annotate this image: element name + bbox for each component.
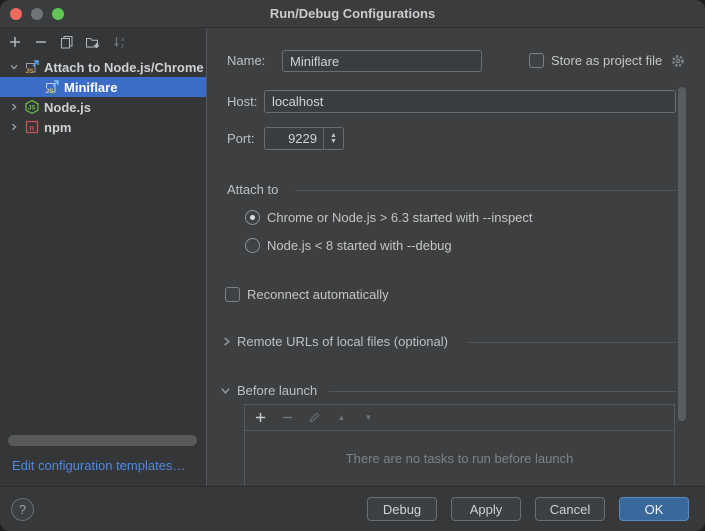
content-vertical-scrollbar[interactable] — [678, 87, 686, 421]
port-stepper[interactable]: ▲▼ — [323, 128, 343, 149]
dialog-footer: ? Debug Apply Cancel OK — [0, 486, 705, 531]
radio-chrome-inspect-label: Chrome or Node.js > 6.3 started with --i… — [267, 210, 533, 226]
sidebar-toolbar: az — [0, 28, 206, 55]
run-debug-configurations-dialog: Run/Debug Configurations az — [0, 0, 705, 531]
remote-urls-section-label[interactable]: Remote URLs of local files (optional) — [237, 335, 448, 349]
tree-item-label: Miniflare — [64, 80, 117, 95]
section-separator — [329, 391, 676, 392]
chevron-down-icon[interactable] — [220, 385, 231, 396]
remove-configuration-icon[interactable] — [33, 34, 48, 49]
reconnect-automatically-checkbox[interactable] — [225, 287, 240, 302]
section-separator — [295, 190, 676, 191]
name-input[interactable] — [282, 50, 482, 72]
apply-button[interactable]: Apply — [451, 497, 521, 521]
name-label: Name: — [227, 50, 265, 72]
tree-item-nodejs[interactable]: JS Node.js — [0, 97, 206, 117]
attach-nodejs-icon: JS — [24, 59, 40, 75]
chevron-down-icon[interactable] — [8, 61, 20, 73]
host-label: Host: — [227, 90, 257, 113]
add-configuration-icon[interactable] — [7, 34, 22, 49]
add-task-icon[interactable] — [253, 410, 268, 425]
remove-task-icon — [280, 410, 295, 425]
port-input[interactable]: 9229 ▲▼ — [264, 127, 344, 150]
chevron-right-icon[interactable] — [221, 336, 232, 347]
stepper-down-icon[interactable]: ▼ — [330, 139, 337, 145]
edit-configuration-templates-link[interactable]: Edit configuration templates… — [12, 458, 185, 473]
no-tasks-message: There are no tasks to run before launch — [245, 431, 674, 486]
svg-text:JS: JS — [28, 106, 35, 112]
zoom-window-button[interactable] — [52, 8, 64, 20]
window-controls — [0, 8, 64, 20]
close-window-button[interactable] — [10, 8, 22, 20]
configurations-sidebar: az JS Attach to Node.js/Chrome JS — [0, 28, 207, 486]
svg-text:a: a — [121, 37, 125, 43]
radio-nodejs-debug[interactable] — [245, 238, 260, 253]
sort-configurations-icon[interactable]: az — [111, 34, 126, 49]
sidebar-horizontal-scrollbar[interactable] — [8, 435, 197, 446]
move-task-up-icon: ▲ — [334, 410, 349, 425]
chevron-right-icon[interactable] — [8, 121, 20, 133]
edit-task-icon — [307, 410, 322, 425]
host-input[interactable] — [264, 90, 676, 113]
configurations-tree: JS Attach to Node.js/Chrome JS Miniflare — [0, 57, 206, 137]
gear-icon[interactable] — [671, 54, 685, 68]
store-as-project-file-checkbox[interactable] — [529, 53, 544, 68]
title-bar: Run/Debug Configurations — [0, 0, 705, 28]
nodejs-icon: JS — [24, 99, 40, 115]
npm-icon: n — [24, 119, 40, 135]
attach-nodejs-icon: JS — [44, 79, 60, 95]
tree-item-label: Attach to Node.js/Chrome — [44, 60, 204, 75]
tree-item-npm[interactable]: n npm — [0, 117, 206, 137]
before-launch-tasks-panel: ▲ ▼ There are no tasks to run before lau… — [244, 404, 675, 486]
cancel-button[interactable]: Cancel — [535, 497, 605, 521]
svg-text:z: z — [121, 43, 124, 49]
attach-to-section-label: Attach to — [227, 183, 278, 197]
copy-configuration-icon[interactable] — [59, 34, 74, 49]
svg-text:JS: JS — [46, 88, 55, 95]
section-separator — [469, 342, 676, 343]
tree-item-attach-to-nodejs-chrome[interactable]: JS Attach to Node.js/Chrome — [0, 57, 206, 77]
configuration-form: Name: Store as project file Host: Port: … — [207, 28, 705, 486]
svg-text:JS: JS — [26, 68, 35, 75]
tree-item-label: Node.js — [44, 100, 91, 115]
tree-item-label: npm — [44, 120, 71, 135]
svg-text:n: n — [29, 124, 34, 133]
port-label: Port: — [227, 127, 254, 150]
before-launch-section-label[interactable]: Before launch — [237, 384, 317, 398]
port-value[interactable]: 9229 — [265, 128, 323, 149]
radio-chrome-inspect[interactable] — [245, 210, 260, 225]
before-launch-toolbar: ▲ ▼ — [245, 405, 674, 431]
store-as-project-file-label: Store as project file — [551, 50, 662, 72]
radio-nodejs-debug-label: Node.js < 8 started with --debug — [267, 238, 452, 254]
ok-button[interactable]: OK — [619, 497, 689, 521]
chevron-right-icon[interactable] — [8, 101, 20, 113]
reconnect-automatically-label: Reconnect automatically — [247, 287, 389, 303]
move-task-down-icon: ▼ — [361, 410, 376, 425]
new-folder-icon[interactable] — [85, 34, 100, 49]
help-button[interactable]: ? — [11, 498, 34, 521]
minimize-window-button — [31, 8, 43, 20]
debug-button[interactable]: Debug — [367, 497, 437, 521]
dialog-title: Run/Debug Configurations — [0, 6, 705, 21]
tree-item-miniflare-selected[interactable]: JS Miniflare — [0, 77, 206, 97]
